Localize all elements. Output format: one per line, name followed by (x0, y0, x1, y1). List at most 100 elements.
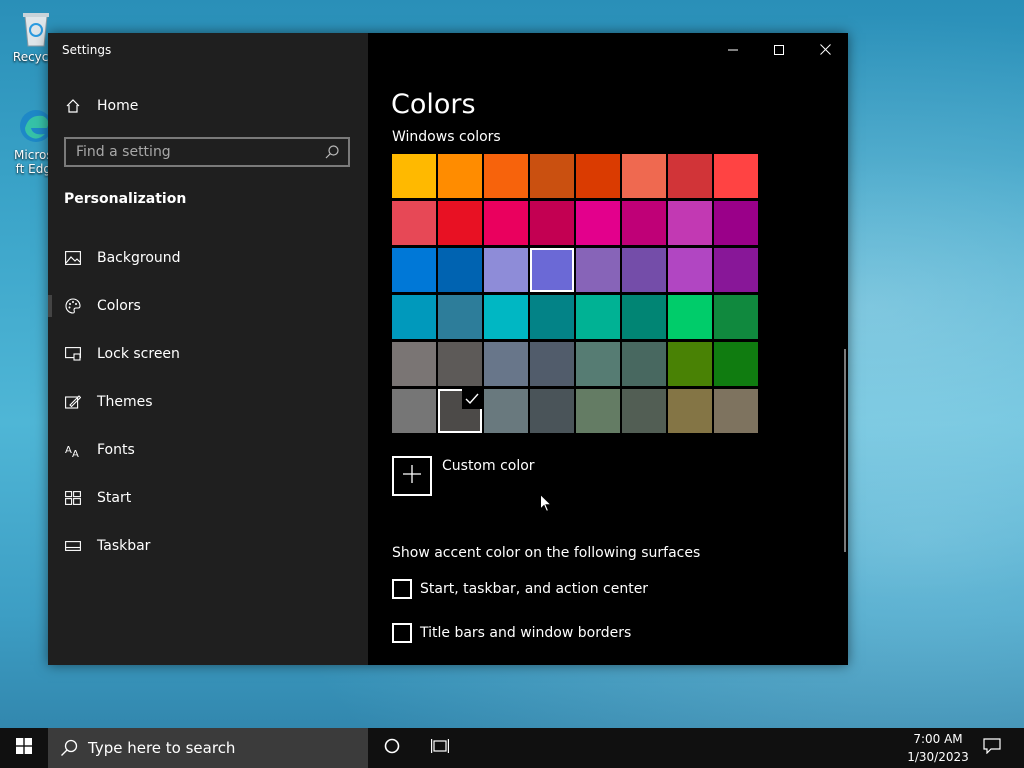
sidebar-item-background[interactable]: Background (48, 238, 368, 278)
sidebar-item-themes[interactable]: Themes (48, 382, 368, 422)
color-swatch[interactable] (576, 201, 620, 245)
home-icon (64, 97, 82, 115)
color-swatch[interactable] (576, 248, 620, 292)
color-swatch[interactable] (438, 154, 482, 198)
color-swatch[interactable] (438, 389, 482, 433)
color-swatch[interactable] (484, 201, 528, 245)
color-swatch[interactable] (392, 342, 436, 386)
notification-icon (983, 738, 1001, 758)
color-swatch[interactable] (530, 342, 574, 386)
color-swatch[interactable] (530, 248, 574, 292)
search-icon (60, 739, 78, 757)
color-swatch[interactable] (530, 154, 574, 198)
color-swatch[interactable] (622, 248, 666, 292)
color-swatch[interactable] (484, 295, 528, 339)
color-swatch[interactable] (576, 389, 620, 433)
color-swatch[interactable] (392, 389, 436, 433)
close-button[interactable] (802, 33, 848, 65)
color-swatch[interactable] (484, 248, 528, 292)
window-title: Settings (62, 43, 112, 57)
color-swatch[interactable] (714, 154, 758, 198)
cortana-button[interactable] (368, 728, 416, 768)
sidebar-item-start[interactable]: Start (48, 478, 368, 518)
color-swatch[interactable] (714, 342, 758, 386)
maximize-button[interactable] (756, 33, 802, 65)
color-swatch[interactable] (668, 342, 712, 386)
color-swatch[interactable] (714, 389, 758, 433)
close-icon (819, 40, 831, 59)
find-setting-input[interactable]: Find a setting (64, 137, 350, 167)
windows-logo-icon (16, 738, 32, 758)
clock-time: 7:00 AM (913, 732, 963, 746)
task-view-button[interactable] (416, 728, 464, 768)
color-swatch[interactable] (668, 201, 712, 245)
color-swatch[interactable] (438, 201, 482, 245)
color-swatch[interactable] (392, 201, 436, 245)
color-swatch[interactable] (484, 154, 528, 198)
checkbox-box[interactable] (392, 623, 412, 643)
color-swatch[interactable] (392, 248, 436, 292)
sidebar-item-colors[interactable]: Colors (48, 286, 368, 326)
task-view-icon (431, 738, 449, 758)
color-swatch[interactable] (622, 201, 666, 245)
system-clock[interactable]: 7:00 AM 1/30/2023 (900, 730, 976, 766)
palette-icon (64, 297, 82, 315)
checkbox-start-taskbar[interactable]: Start, taskbar, and action center (392, 578, 648, 600)
minimize-button[interactable] (710, 33, 756, 65)
taskbar-search-box[interactable]: Type here to search (48, 728, 368, 768)
custom-color-button[interactable] (392, 456, 432, 496)
sidebar-item-taskbar[interactable]: Taskbar (48, 526, 368, 566)
color-swatch-grid (392, 154, 760, 436)
windows-colors-heading: Windows colors (392, 129, 501, 145)
color-swatch[interactable] (438, 295, 482, 339)
color-swatch[interactable] (668, 248, 712, 292)
fonts-icon: AA (64, 441, 82, 459)
color-swatch[interactable] (622, 342, 666, 386)
checkbox-box[interactable] (392, 579, 412, 599)
sidebar-item-fonts[interactable]: AA Fonts (48, 430, 368, 470)
color-swatch[interactable] (530, 201, 574, 245)
sidebar-item-lock-screen[interactable]: Lock screen (48, 334, 368, 374)
picture-icon (64, 249, 82, 267)
sidebar: Settings Home Find a setting Personaliza… (48, 33, 368, 665)
start-button[interactable] (0, 728, 48, 768)
minimize-icon (728, 40, 738, 59)
page-title: Colors (391, 89, 476, 120)
color-swatch[interactable] (714, 248, 758, 292)
scrollbar[interactable] (844, 349, 846, 552)
search-icon (324, 144, 340, 160)
color-swatch[interactable] (576, 295, 620, 339)
cortana-circle-icon (384, 738, 400, 758)
surfaces-heading: Show accent color on the following surfa… (392, 545, 701, 561)
color-swatch[interactable] (438, 248, 482, 292)
color-swatch[interactable] (622, 154, 666, 198)
color-swatch[interactable] (622, 295, 666, 339)
color-swatch[interactable] (714, 201, 758, 245)
color-swatch[interactable] (668, 154, 712, 198)
color-swatch[interactable] (484, 389, 528, 433)
color-swatch[interactable] (438, 342, 482, 386)
color-swatch[interactable] (622, 389, 666, 433)
sidebar-item-label: Fonts (97, 442, 135, 458)
checkmark-icon (462, 389, 482, 409)
color-swatch[interactable] (392, 295, 436, 339)
sidebar-item-home[interactable]: Home (48, 86, 368, 126)
settings-window: Settings Home Find a setting Personaliza… (48, 33, 848, 665)
sidebar-item-label: Start (97, 490, 132, 506)
color-swatch[interactable] (576, 154, 620, 198)
color-swatch[interactable] (530, 295, 574, 339)
sidebar-item-label: Background (97, 250, 181, 266)
color-swatch[interactable] (668, 295, 712, 339)
color-swatch[interactable] (576, 342, 620, 386)
section-heading: Personalization (64, 191, 187, 207)
color-swatch[interactable] (668, 389, 712, 433)
checkbox-label: Start, taskbar, and action center (420, 581, 649, 597)
color-swatch[interactable] (530, 389, 574, 433)
custom-color-label: Custom color (442, 458, 535, 474)
color-swatch[interactable] (392, 154, 436, 198)
checkbox-title-bars[interactable]: Title bars and window borders (392, 622, 631, 644)
action-center-button[interactable] (968, 728, 1016, 768)
sidebar-item-label: Colors (97, 298, 141, 314)
color-swatch[interactable] (484, 342, 528, 386)
color-swatch[interactable] (714, 295, 758, 339)
